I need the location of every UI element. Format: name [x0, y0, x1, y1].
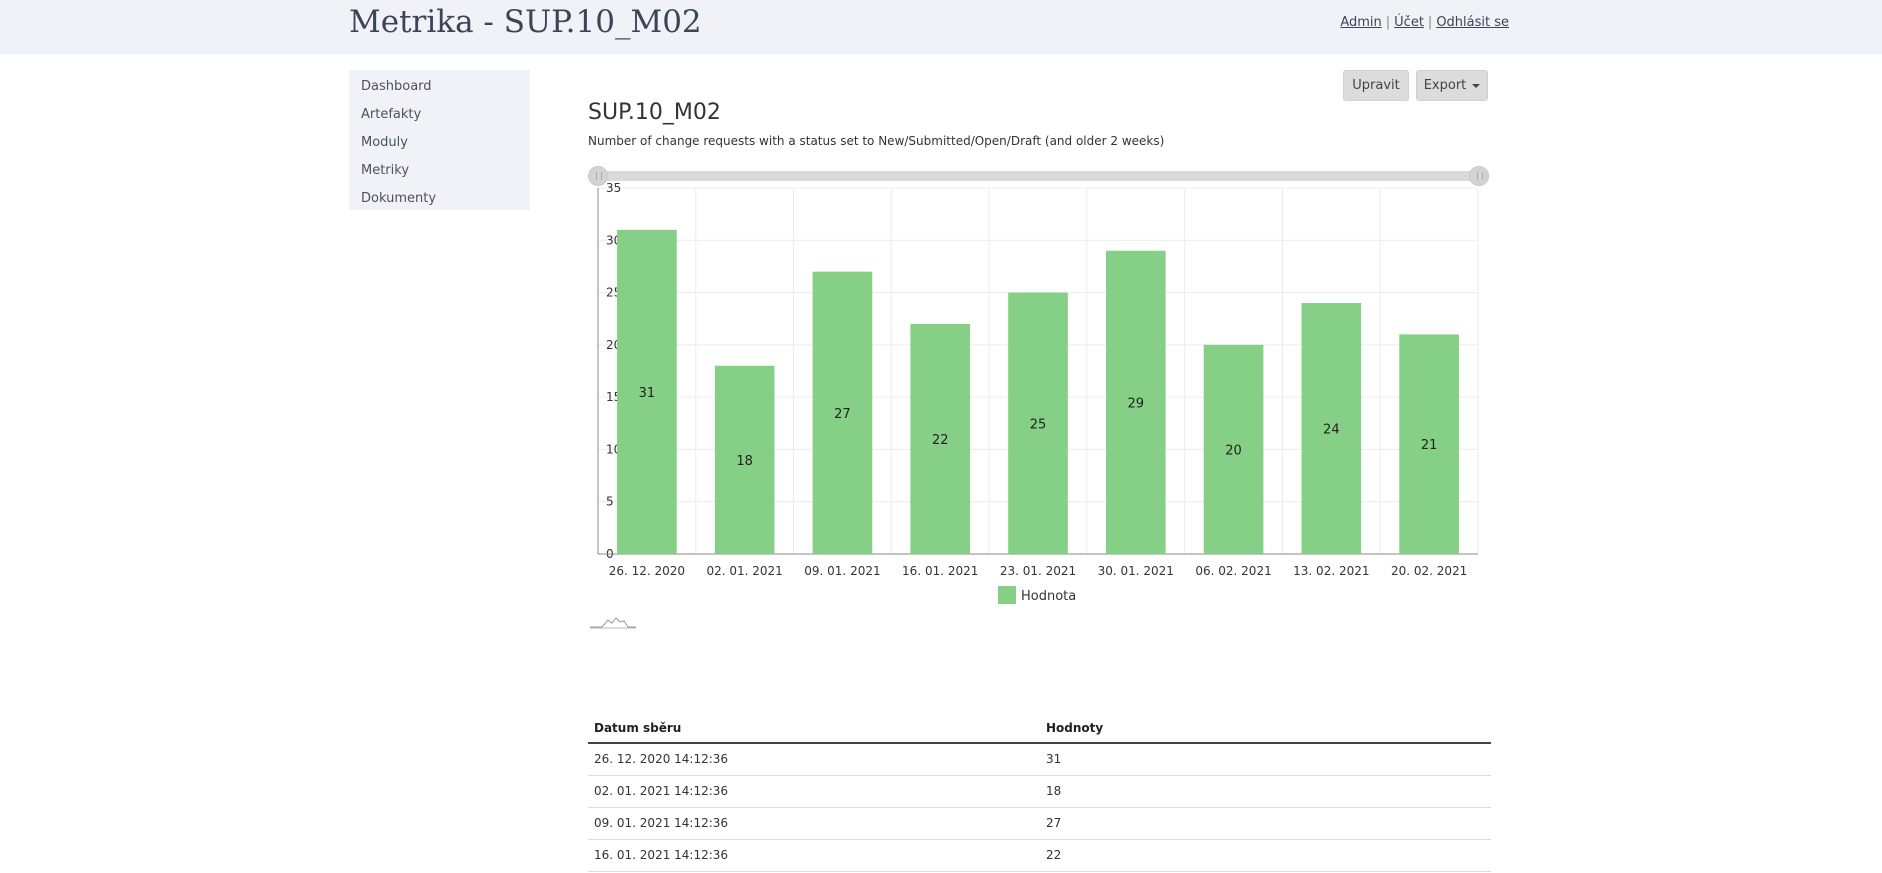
- nav-separator: |: [1385, 15, 1391, 30]
- user-nav: Admin | Účet | Odhlásit se: [1340, 15, 1509, 30]
- sidebar-item-metriky[interactable]: Metriky: [349, 158, 530, 186]
- bar-value-label: 21: [1421, 438, 1438, 453]
- legend-swatch: [998, 586, 1016, 604]
- bar-value-label: 20: [1225, 443, 1242, 458]
- x-tick-label: 02. 01. 2021: [706, 564, 782, 578]
- table-header-row: Datum sběru Hodnoty: [588, 713, 1491, 744]
- table-cell-date: 26. 12. 2020 14:12:36: [588, 743, 1040, 776]
- metric-title: SUP.10_M02: [588, 100, 721, 125]
- account-link[interactable]: Účet: [1394, 15, 1424, 30]
- bar-value-label: 24: [1323, 423, 1340, 438]
- bar-value-label: 22: [932, 433, 949, 448]
- edit-button-label: Upravit: [1352, 78, 1400, 93]
- bar-value-label: 27: [834, 407, 851, 422]
- x-tick-label: 20. 02. 2021: [1391, 564, 1467, 578]
- x-tick-label: 13. 02. 2021: [1293, 564, 1369, 578]
- table-cell-date: 16. 01. 2021 14:12:36: [588, 839, 1040, 872]
- x-tick-label: 26. 12. 2020: [609, 564, 685, 578]
- table-row: 09. 01. 2021 14:12:36 27: [588, 807, 1491, 840]
- table-cell-value: 18: [1040, 775, 1491, 808]
- sidebar-item-artefakty[interactable]: Artefakty: [349, 102, 530, 130]
- bar-value-label: 31: [639, 386, 656, 401]
- metric-description: Number of change requests with a status …: [588, 134, 1165, 148]
- values-table: Datum sběru Hodnoty 26. 12. 2020 14:12:3…: [588, 713, 1491, 872]
- legend-label: Hodnota: [1021, 589, 1076, 604]
- x-tick-label: 09. 01. 2021: [804, 564, 880, 578]
- table-cell-value: 22: [1040, 839, 1491, 872]
- caret-down-icon: [1472, 83, 1481, 88]
- edit-button[interactable]: Upravit: [1343, 70, 1409, 101]
- export-dropdown-button[interactable]: Export: [1416, 70, 1488, 101]
- admin-link[interactable]: Admin: [1340, 15, 1381, 30]
- table-row: 02. 01. 2021 14:12:36 18: [588, 775, 1491, 808]
- table-row: 16. 01. 2021 14:12:36 22: [588, 839, 1491, 872]
- page-title: Metrika - SUP.10_M02: [349, 4, 702, 40]
- sidebar-item-dokumenty[interactable]: Dokumenty: [349, 186, 530, 214]
- table-row: 26. 12. 2020 14:12:36 31: [588, 743, 1491, 776]
- x-tick-label: 16. 01. 2021: [902, 564, 978, 578]
- bar-value-label: 18: [736, 454, 753, 469]
- bar-chart: 051015202530353126. 12. 20201802. 01. 20…: [597, 181, 1479, 604]
- table-cell-value: 31: [1040, 743, 1491, 776]
- range-navigator-sparkline: [590, 617, 636, 629]
- sidebar: Dashboard Artefakty Moduly Metriky Dokum…: [349, 70, 530, 210]
- column-header-date[interactable]: Datum sběru: [588, 713, 1040, 744]
- y-tick-label: 35: [606, 181, 621, 195]
- column-header-value[interactable]: Hodnoty: [1040, 713, 1491, 744]
- nav-separator: |: [1427, 15, 1433, 30]
- sidebar-item-dashboard[interactable]: Dashboard: [349, 74, 530, 102]
- x-tick-label: 06. 02. 2021: [1195, 564, 1271, 578]
- table-cell-date: 09. 01. 2021 14:12:36: [588, 807, 1040, 840]
- y-tick-label: 5: [606, 495, 614, 509]
- bar-value-label: 25: [1030, 417, 1047, 432]
- bar-value-label: 29: [1128, 396, 1145, 411]
- x-tick-label: 23. 01. 2021: [1000, 564, 1076, 578]
- table-cell-date: 02. 01. 2021 14:12:36: [588, 775, 1040, 808]
- top-bar: Metrika - SUP.10_M02 Admin | Účet | Odhlásit…: [0, 0, 1882, 54]
- table-cell-value: 27: [1040, 807, 1491, 840]
- export-button-label: Export: [1423, 78, 1467, 93]
- logout-link[interactable]: Odhlásit se: [1436, 15, 1509, 30]
- x-tick-label: 30. 01. 2021: [1098, 564, 1174, 578]
- sidebar-item-moduly[interactable]: Moduly: [349, 130, 530, 158]
